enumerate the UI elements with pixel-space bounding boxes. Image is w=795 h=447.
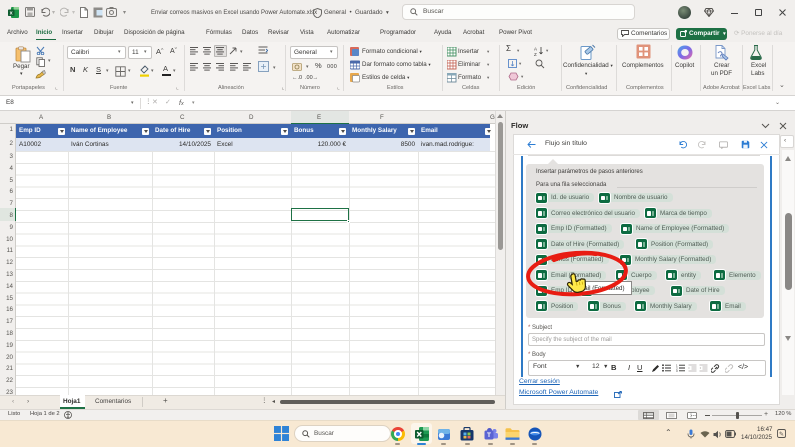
svg-text:Z: Z xyxy=(534,52,537,56)
svg-text:✎: ✎ xyxy=(779,431,784,438)
svg-text:A: A xyxy=(534,47,537,52)
svg-text:T: T xyxy=(487,432,491,439)
svg-text:3: 3 xyxy=(676,369,678,372)
